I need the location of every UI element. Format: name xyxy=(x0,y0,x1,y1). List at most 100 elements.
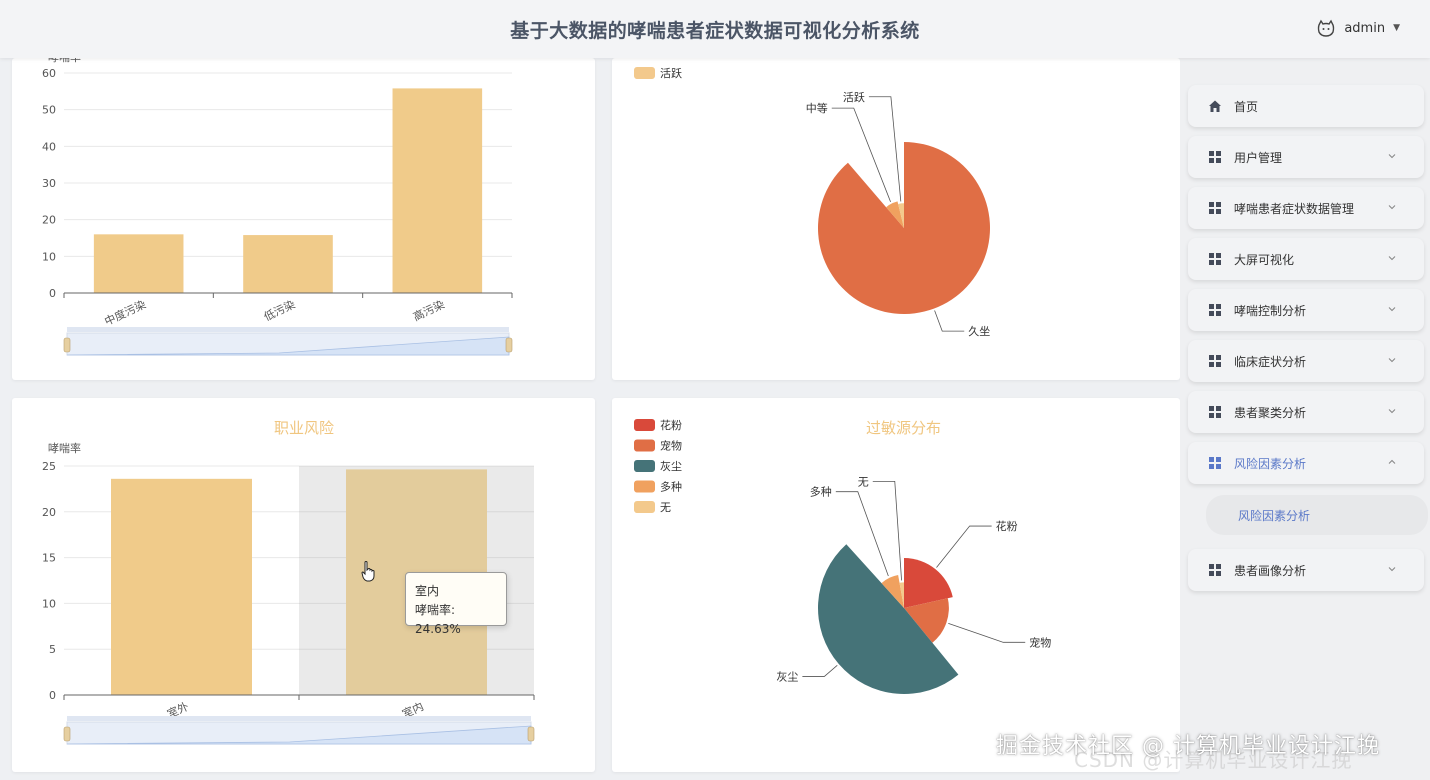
sidebar-item-portrait-analysis[interactable]: 患者画像分析 xyxy=(1188,549,1424,591)
y-tick-label: 40 xyxy=(42,140,56,153)
y-tick-label: 20 xyxy=(42,506,56,519)
chevron-down-icon xyxy=(1388,409,1396,414)
grid-icon xyxy=(1209,457,1221,469)
grid-icon xyxy=(1209,151,1221,163)
legend-swatch xyxy=(634,67,655,79)
label-line xyxy=(868,96,902,202)
grid-icon xyxy=(1209,355,1221,367)
sidebar-item-home[interactable]: 首页 xyxy=(1188,85,1424,127)
x-tick-label: 高污染 xyxy=(411,297,447,324)
y-tick-label: 25 xyxy=(42,460,56,473)
sidebar-item-big-screen[interactable]: 大屏可视化 xyxy=(1188,238,1424,280)
chevron-down-icon xyxy=(1388,358,1396,363)
sidebar-item-label: 风险因素分析 xyxy=(1234,456,1307,471)
chart-card-occupation: 职业风险 哮喘率 0 5 10 15 20 25 室外 室内 xyxy=(12,398,595,772)
slice-label: 活跃 xyxy=(843,90,865,104)
chevron-down-icon xyxy=(1388,154,1396,159)
y-tick-label: 60 xyxy=(42,67,56,80)
slice-label: 中等 xyxy=(806,101,828,115)
slice-label: 宠物 xyxy=(1029,635,1051,649)
sidebar-item-cluster-analysis[interactable]: 患者聚类分析 xyxy=(1188,391,1424,433)
occupation-bar-chart: 哮喘率0510152025室外 室内 xyxy=(42,441,535,745)
chart-card-allergen: 过敏源分布 花粉 宠物 灰尘 多种无花粉 宠物 灰尘 多种无 xyxy=(612,398,1180,772)
hand-cursor-icon xyxy=(361,561,375,582)
y-tick-label: 50 xyxy=(42,104,56,117)
slice-label: 多种 xyxy=(810,485,832,499)
x-tick-label: 低污染 xyxy=(261,297,297,324)
x-tick-label: 中度污染 xyxy=(102,297,148,328)
datazoom-top-bar xyxy=(67,327,509,332)
sidebar-item-label: 患者聚类分析 xyxy=(1234,405,1307,420)
watermark-text: 掘金技术社区 @ 计算机毕业设计江挽 xyxy=(996,734,1380,759)
chevron-down-icon xyxy=(1388,307,1396,312)
sidebar-item-risk-analysis[interactable]: 风险因素分析 xyxy=(1188,442,1424,484)
activity-pie-chart: 活跃久坐 中等 活跃 xyxy=(634,66,990,338)
tooltip-title: 室内 xyxy=(415,584,440,598)
legend-label: 多种 xyxy=(660,480,682,494)
sidebar-item-users[interactable]: 用户管理 xyxy=(1188,136,1424,178)
username: admin xyxy=(1344,20,1386,36)
datazoom-handle-left xyxy=(63,726,71,742)
label-line xyxy=(802,665,838,677)
grid-icon xyxy=(1209,406,1221,418)
bar xyxy=(111,478,252,695)
datazoom-handle-right xyxy=(505,337,513,353)
grid-icon xyxy=(1209,564,1221,576)
bar xyxy=(392,88,483,294)
sidebar-subitem-risk-analysis[interactable]: 风险因素分析 xyxy=(1206,495,1428,535)
legend-swatch xyxy=(634,460,655,472)
bar xyxy=(243,235,333,293)
legend-swatch xyxy=(634,419,655,431)
legend-label: 宠物 xyxy=(660,439,682,453)
legend-swatch xyxy=(634,480,655,493)
datazoom-handle-right xyxy=(527,726,535,742)
avatar-icon xyxy=(1318,19,1335,37)
y-tick-label: 10 xyxy=(42,250,56,263)
label-line xyxy=(936,525,992,568)
legend-label: 灰尘 xyxy=(660,459,682,473)
chart-tooltip: 室内 哮喘率: 24.63% xyxy=(405,572,507,636)
legend-label: 花粉 xyxy=(660,419,682,432)
sidebar-item-label: 哮喘控制分析 xyxy=(1234,303,1307,318)
grid-icon xyxy=(1209,304,1221,316)
legend-swatch xyxy=(634,439,655,452)
slice-label: 花粉 xyxy=(996,520,1018,533)
sidebar-item-clinical-analysis[interactable]: 临床症状分析 xyxy=(1188,340,1424,382)
sidebar-item-label: 患者画像分析 xyxy=(1234,563,1307,578)
sidebar-item-symptom-data[interactable]: 哮喘患者症状数据管理 xyxy=(1188,187,1424,229)
chart-card-activity: 活跃 久坐 中等 活跃 xyxy=(612,58,1180,380)
y-axis-label: 哮喘率 xyxy=(48,58,81,64)
slice-label: 无 xyxy=(858,475,869,488)
y-tick-label: 5 xyxy=(49,643,56,656)
chevron-down-icon xyxy=(1388,256,1396,261)
label-line xyxy=(934,310,965,332)
grid-icon xyxy=(1209,202,1221,214)
y-axis-label: 哮喘率 xyxy=(48,441,81,455)
y-tick-label: 10 xyxy=(42,597,56,610)
legend-label: 活跃 xyxy=(660,66,682,80)
legend-label: 无 xyxy=(660,501,671,514)
legend-swatch xyxy=(634,501,655,513)
bar xyxy=(93,234,184,293)
allergen-pie-chart: 花粉宠物灰尘多种无花粉宠物灰尘多种无 xyxy=(634,419,1051,694)
user-menu[interactable]: admin ▼ xyxy=(1316,18,1400,38)
y-tick-label: 0 xyxy=(49,287,56,300)
label-line xyxy=(948,622,1026,643)
datazoom-handle-left xyxy=(63,337,71,353)
sidebar-item-label: 哮喘患者症状数据管理 xyxy=(1234,201,1355,216)
label-line xyxy=(872,481,902,581)
caret-down-icon: ▼ xyxy=(1393,23,1400,33)
pollution-bar-chart: 哮喘率 0 10 20 30 40 50 60 中度污染 低污染 高污染 xyxy=(42,58,513,356)
y-tick-label: 20 xyxy=(42,214,56,227)
datazoom-top-bar xyxy=(67,716,531,721)
grid-icon xyxy=(1209,253,1221,265)
chart-card-pollution: 哮喘率 0 10 20 30 40 50 60 中度污染 低污染 高污染 xyxy=(12,58,595,380)
home-icon xyxy=(1209,100,1221,112)
sidebar-item-label: 用户管理 xyxy=(1234,150,1283,165)
sidebar-item-label: 大屏可视化 xyxy=(1234,252,1295,267)
y-tick-label: 0 xyxy=(49,689,56,702)
chevron-up-icon xyxy=(1388,459,1396,464)
sidebar-item-control-analysis[interactable]: 哮喘控制分析 xyxy=(1188,289,1424,331)
app-header: 基于大数据的哮喘患者症状数据可视化分析系统 admin ▼ xyxy=(0,0,1430,58)
page-title: 基于大数据的哮喘患者症状数据可视化分析系统 xyxy=(510,20,920,42)
